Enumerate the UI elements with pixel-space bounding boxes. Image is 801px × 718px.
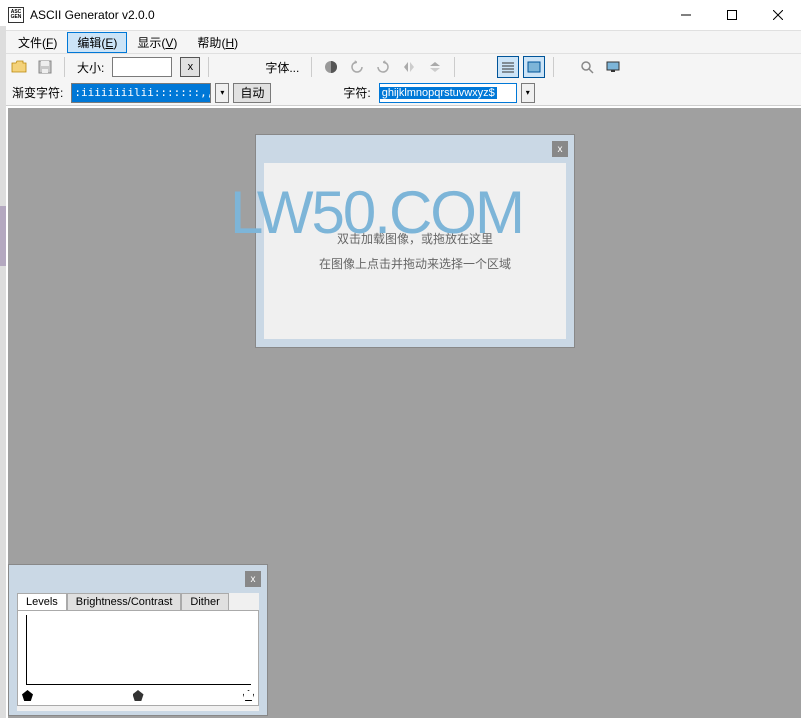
rotate-cw-icon[interactable] [372,56,394,78]
size-label: 大小: [73,59,108,76]
toolbar-1: 大小: x 字体... [0,54,801,80]
window-title: ASCII Generator v2.0.0 [30,8,155,22]
tab-levels[interactable]: Levels [17,593,67,610]
tab-dither[interactable]: Dither [181,593,228,610]
drop-text-1: 双击加载图像，或拖放在这里 [337,230,493,247]
gradient-input[interactable]: :iiiiiiiilii:::::::,,,... [71,83,211,103]
menu-help[interactable]: 帮助(H) [187,32,248,53]
left-strip [0,26,6,718]
levels-black-slider[interactable] [22,690,33,701]
close-button[interactable] [755,0,801,30]
levels-mid-slider[interactable] [133,690,144,701]
image-panel-close-button[interactable]: x [552,141,568,157]
levels-white-slider[interactable] [243,690,254,701]
zoom-icon[interactable] [576,56,598,78]
monitor-icon[interactable] [602,56,624,78]
app-icon: ASC GEN [8,7,24,23]
chars-dropdown-arrow[interactable]: ▾ [521,83,535,103]
open-button[interactable] [8,56,30,78]
menu-file[interactable]: 文件(F) [8,32,67,53]
menu-view[interactable]: 显示(V) [127,32,187,53]
maximize-button[interactable] [709,0,755,30]
flip-v-icon[interactable] [424,56,446,78]
histogram [26,615,251,685]
save-button[interactable] [34,56,56,78]
rotate-ccw-icon[interactable] [346,56,368,78]
levels-content [17,610,259,706]
image-drop-panel: x 双击加载图像，或拖放在这里 在图像上点击并拖动来选择一个区域 [255,134,575,348]
chars-input[interactable]: ghijklmnopqrstuvwxyz$ [379,83,517,103]
levels-panel: x Levels Brightness/Contrast Dither [8,564,268,716]
tab-brightness-contrast[interactable]: Brightness/Contrast [67,593,182,610]
size-input[interactable] [112,57,172,77]
chars-label: 字符: [339,84,374,101]
toolbar-2: 渐变字符: :iiiiiiiilii:::::::,,,... ▾ 自动 字符:… [0,80,801,106]
strip-thumb [0,206,6,266]
drop-text-2: 在图像上点击并拖动来选择一个区域 [319,255,511,272]
contrast-icon[interactable] [320,56,342,78]
align-mode-2-button[interactable] [523,56,545,78]
align-mode-1-button[interactable] [497,56,519,78]
gradient-dropdown-arrow[interactable]: ▾ [215,83,229,103]
gradient-label: 渐变字符: [8,84,67,101]
minimize-button[interactable] [663,0,709,30]
menu-edit[interactable]: 编辑(E) [67,32,127,53]
size-lock-button[interactable]: x [180,57,200,77]
flip-h-icon[interactable] [398,56,420,78]
levels-panel-close-button[interactable]: x [245,571,261,587]
auto-button[interactable]: 自动 [233,83,271,103]
image-drop-area[interactable]: 双击加载图像，或拖放在这里 在图像上点击并拖动来选择一个区域 [264,163,566,339]
menubar: 文件(F) 编辑(E) 显示(V) 帮助(H) [0,30,801,54]
font-button[interactable]: 字体... [261,59,303,76]
titlebar: ASC GEN ASCII Generator v2.0.0 [0,0,801,30]
